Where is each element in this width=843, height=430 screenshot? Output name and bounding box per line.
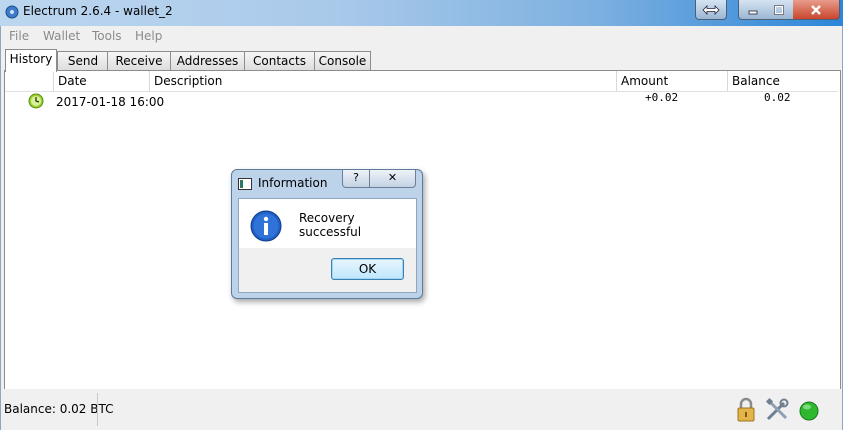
resize-button[interactable] [695, 0, 727, 20]
lock-icon[interactable] [734, 397, 758, 423]
dialog-content: Recovery successful OK [238, 198, 417, 293]
row-amount: +0.02 [645, 91, 679, 104]
electrum-logo-icon [5, 5, 19, 19]
ok-button[interactable]: OK [331, 258, 404, 280]
tab-console[interactable]: Console [314, 51, 371, 71]
table-row[interactable]: 2017-01-18 16:00 +0.02 0.02 [5, 91, 838, 112]
dialog-footer: OK [239, 248, 416, 292]
menu-bar: File Wallet Tools Help [1, 26, 842, 46]
column-header-date[interactable]: Date [53, 71, 149, 91]
row-balance: 0.02 [764, 91, 791, 104]
minimize-icon [748, 10, 757, 14]
dialog-close-button[interactable]: ✕ [369, 170, 416, 188]
menu-file[interactable]: File [9, 29, 29, 43]
status-divider [97, 393, 98, 426]
network-status-icon[interactable] [797, 397, 821, 423]
menu-help[interactable]: Help [135, 29, 162, 43]
clock-icon [28, 93, 44, 109]
window-title: Electrum 2.6.4 - wallet_2 [23, 4, 173, 18]
row-date: 2017-01-18 16:00 [56, 95, 165, 109]
preferences-icon[interactable] [765, 397, 789, 423]
dialog-help-button[interactable]: ? [342, 170, 370, 188]
information-dialog: Information ? ✕ Recovery successful OK [231, 169, 423, 299]
close-button[interactable] [793, 0, 840, 20]
tab-addresses[interactable]: Addresses [170, 51, 245, 71]
tab-send[interactable]: Send [57, 51, 109, 71]
table-header: Date Description Amount Balance [5, 71, 838, 92]
minimize-button[interactable] [738, 0, 767, 20]
tab-history[interactable]: History [5, 49, 57, 72]
maximize-icon [774, 4, 784, 15]
status-bar: Balance: 0.02 BTC [1, 389, 842, 430]
column-header-status[interactable] [5, 71, 53, 91]
close-icon [811, 4, 821, 15]
tab-contacts[interactable]: Contacts [244, 51, 315, 71]
window-icon [238, 178, 252, 190]
column-header-description[interactable]: Description [149, 71, 616, 91]
horizontal-arrows-icon [702, 4, 720, 15]
maximize-button[interactable] [765, 0, 794, 20]
title-bar: Electrum 2.6.4 - wallet_2 [0, 0, 843, 26]
tab-receive[interactable]: Receive [107, 51, 171, 71]
information-icon [250, 210, 282, 242]
menu-tools[interactable]: Tools [92, 29, 122, 43]
dialog-title: Information [258, 176, 328, 190]
menu-wallet[interactable]: Wallet [43, 29, 80, 43]
dialog-message: Recovery successful [299, 211, 362, 239]
